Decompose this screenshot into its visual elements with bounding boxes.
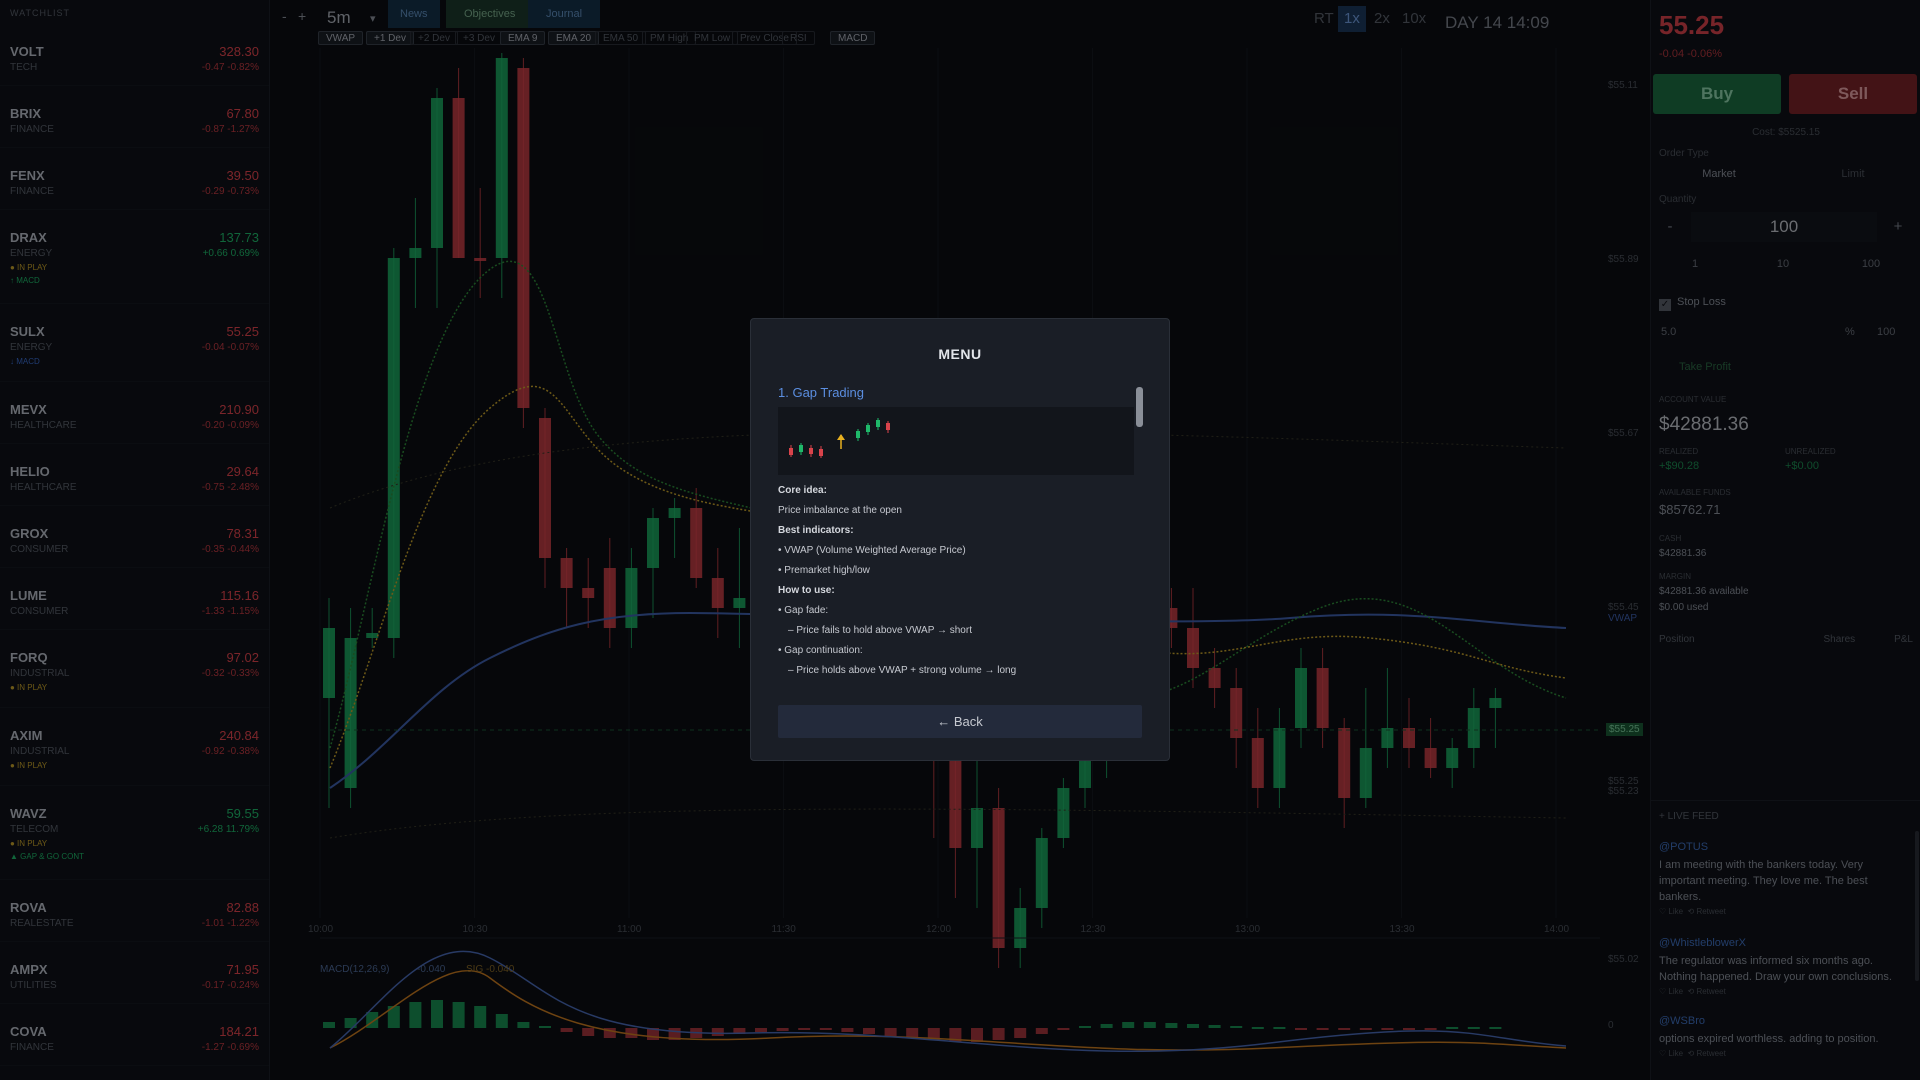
help-line: Best indicators:: [778, 525, 854, 536]
help-line: • Gap continuation:: [778, 645, 863, 656]
help-line: Price imbalance at the open: [778, 505, 902, 516]
trading-app: WATCHLIST VOLT 328.30 TECH -0.47 -0.82% BRIX…: [0, 0, 1920, 1080]
back-button[interactable]: ← Back: [778, 705, 1142, 738]
dialog-content: 1. Gap Trading Core idea: Price imbalance…: [778, 385, 1148, 685]
gap-illustration: [778, 407, 1134, 475]
help-line: How to use:: [778, 585, 835, 596]
help-line: • Gap fade:: [778, 605, 829, 616]
dialog-scrollbar[interactable]: [1136, 387, 1143, 427]
help-line: Core idea:: [778, 485, 827, 496]
help-line: • VWAP (Volume Weighted Average Price): [778, 545, 966, 556]
help-text: Core idea: Price imbalance at the open Bes…: [778, 481, 1148, 681]
section-title: 1. Gap Trading: [778, 385, 864, 400]
help-line: – Price fails to hold above VWAP → short: [788, 625, 972, 636]
menu-dialog: MENU 1. Gap Trading Core idea: Price imba…: [750, 318, 1170, 761]
dialog-title: MENU: [938, 346, 982, 362]
help-line: – Price holds above VWAP + strong volume…: [788, 665, 1017, 676]
help-line: • Premarket high/low: [778, 565, 870, 576]
gap-candles-icon: [789, 418, 890, 458]
